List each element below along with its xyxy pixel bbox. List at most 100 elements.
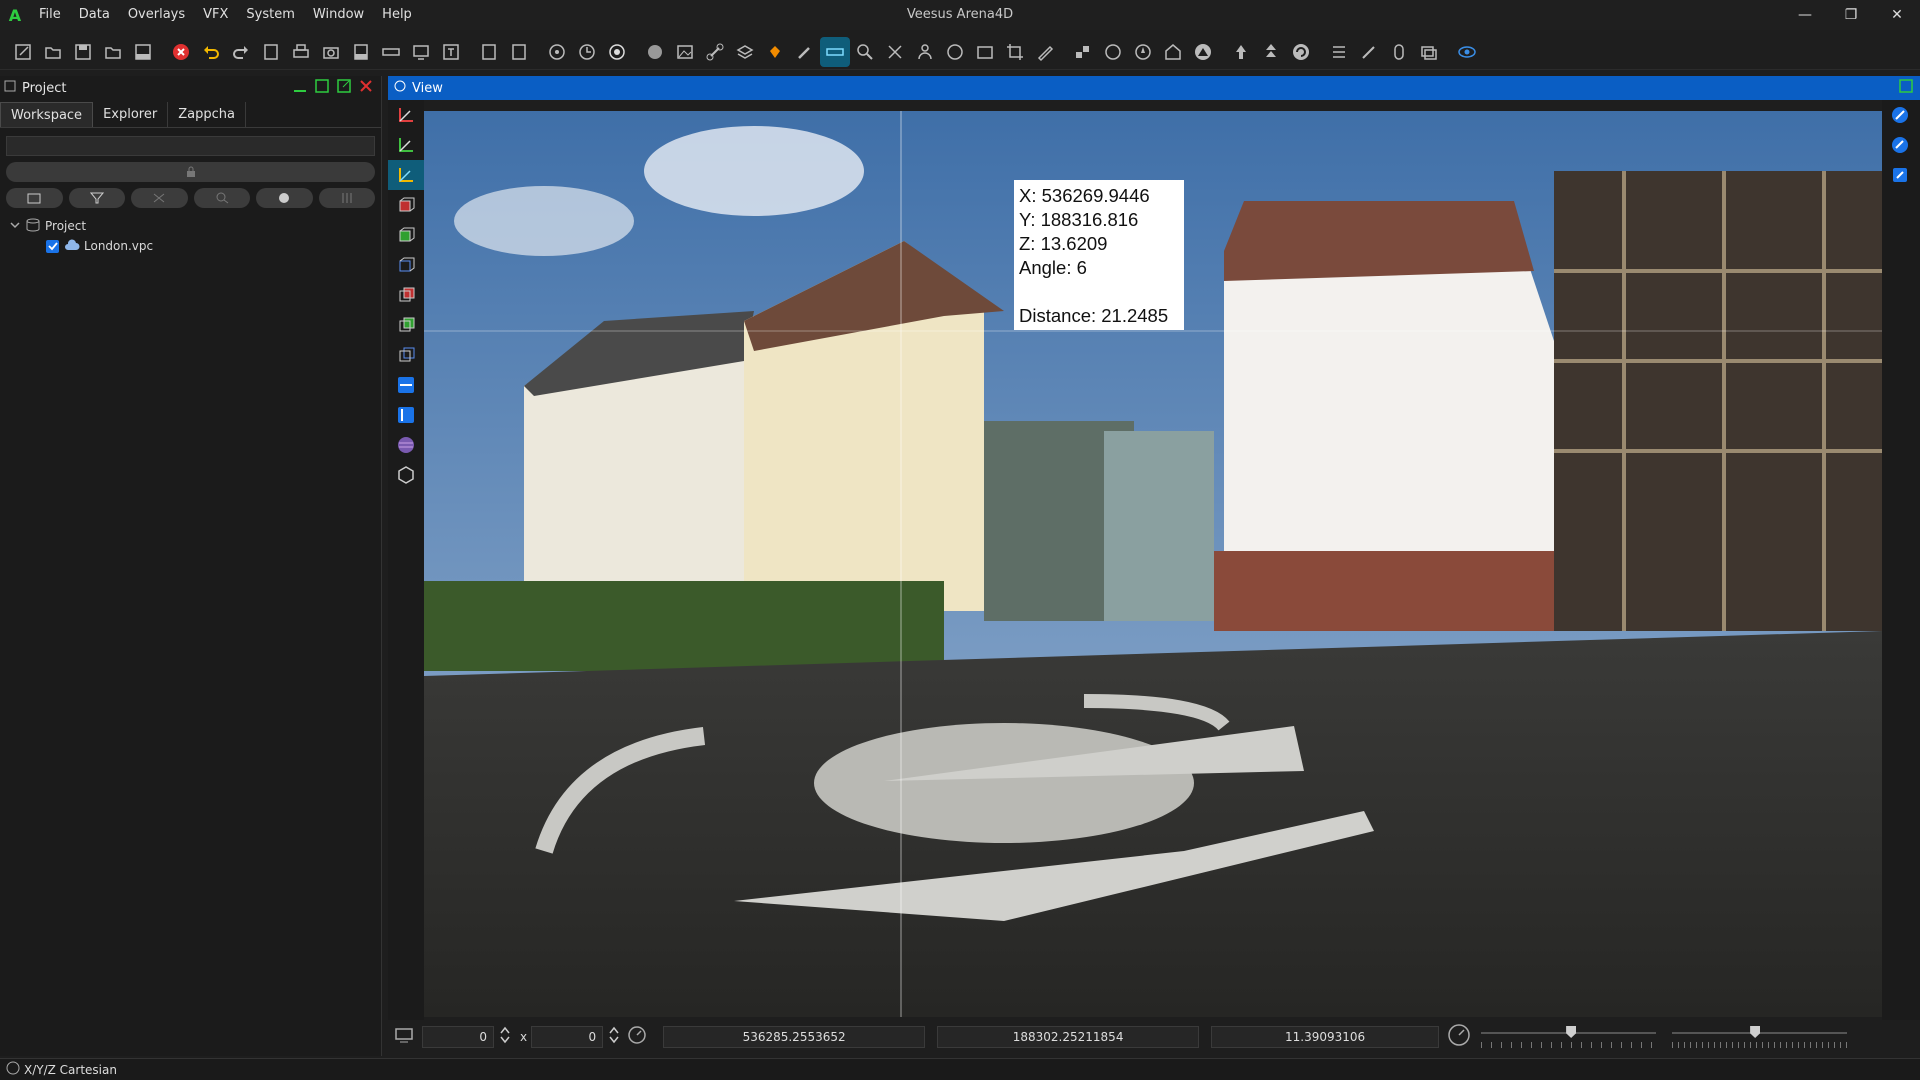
text-icon[interactable] bbox=[436, 37, 466, 67]
coord-y-field[interactable]: 188302.25211854 bbox=[937, 1026, 1200, 1048]
cube-blue-side-icon[interactable] bbox=[388, 340, 424, 370]
search-filter-button[interactable] bbox=[193, 188, 250, 208]
eye-icon[interactable] bbox=[1452, 37, 1482, 67]
tree-row-london[interactable]: London.vpc bbox=[0, 236, 381, 256]
pdf-export-icon[interactable] bbox=[474, 37, 504, 67]
cube-blue-front-icon[interactable] bbox=[388, 250, 424, 280]
double-arrow-up-icon[interactable] bbox=[1256, 37, 1286, 67]
list-icon[interactable] bbox=[1324, 37, 1354, 67]
close-panel-icon[interactable] bbox=[357, 77, 375, 99]
sphere-icon[interactable] bbox=[640, 37, 670, 67]
measure-icon[interactable] bbox=[820, 36, 850, 67]
speed-slider[interactable] bbox=[1672, 1026, 1848, 1048]
folder-icon[interactable] bbox=[98, 37, 128, 67]
float-panel-icon[interactable] bbox=[313, 77, 331, 99]
settings-filter-button[interactable] bbox=[318, 188, 375, 208]
menu-help[interactable]: Help bbox=[373, 0, 421, 30]
document-icon[interactable] bbox=[256, 37, 286, 67]
menu-overlays[interactable]: Overlays bbox=[119, 0, 194, 30]
person-icon[interactable] bbox=[910, 37, 940, 67]
speed-slider-handle[interactable] bbox=[1750, 1026, 1761, 1038]
building-icon[interactable] bbox=[1158, 37, 1188, 67]
close-window-button[interactable]: ✕ bbox=[1874, 0, 1920, 30]
clock-icon[interactable] bbox=[572, 37, 602, 67]
export-view-icon[interactable] bbox=[1882, 160, 1918, 190]
mountain-icon[interactable] bbox=[1188, 37, 1218, 67]
vertical-slice-icon[interactable] bbox=[388, 400, 424, 430]
redo-icon[interactable] bbox=[226, 37, 256, 67]
menu-window[interactable]: Window bbox=[304, 0, 373, 30]
gauge-icon[interactable] bbox=[1447, 1023, 1471, 1051]
folder-filter-button[interactable] bbox=[6, 188, 63, 208]
tab-explorer[interactable]: Explorer bbox=[93, 102, 169, 127]
cube-green-front-icon[interactable] bbox=[388, 220, 424, 250]
axis-red-icon[interactable] bbox=[388, 100, 424, 130]
minimize-panel-icon[interactable] bbox=[291, 77, 309, 99]
clear-filter-button[interactable] bbox=[131, 188, 188, 208]
mouse-icon[interactable] bbox=[1384, 37, 1414, 67]
open-icon[interactable] bbox=[38, 37, 68, 67]
chevron-down-icon[interactable] bbox=[10, 219, 20, 233]
cube-red-side-icon[interactable] bbox=[388, 280, 424, 310]
coord-x-field[interactable]: 536285.2553652 bbox=[663, 1026, 926, 1048]
stop-icon[interactable] bbox=[166, 37, 196, 67]
tab-zappcha[interactable]: Zappcha bbox=[168, 102, 246, 127]
refresh-icon[interactable] bbox=[1286, 37, 1316, 67]
coord-z-field[interactable]: 11.39093106 bbox=[1211, 1026, 1440, 1048]
tree-row-project[interactable]: Project bbox=[0, 216, 381, 236]
target-icon[interactable] bbox=[602, 37, 632, 67]
layers-icon[interactable] bbox=[730, 37, 760, 67]
axis-blue-icon[interactable] bbox=[388, 160, 424, 190]
undo-icon[interactable] bbox=[196, 37, 226, 67]
horizontal-slice-icon[interactable] bbox=[388, 370, 424, 400]
height-stepper-icon[interactable] bbox=[607, 1024, 621, 1050]
pencil-icon[interactable] bbox=[1354, 37, 1384, 67]
axis-green-icon[interactable] bbox=[388, 130, 424, 160]
visibility-checkbox[interactable] bbox=[46, 239, 59, 253]
dot-filter-button[interactable] bbox=[256, 188, 313, 208]
sphere-view-icon[interactable] bbox=[388, 430, 424, 460]
crop-icon[interactable] bbox=[1000, 37, 1030, 67]
box-icon[interactable] bbox=[970, 37, 1000, 67]
atom-icon[interactable] bbox=[542, 37, 572, 67]
height-input[interactable]: 0 bbox=[531, 1026, 604, 1048]
ppt-export-icon[interactable] bbox=[504, 37, 534, 67]
csv-icon[interactable] bbox=[128, 37, 158, 67]
print-icon[interactable] bbox=[286, 37, 316, 67]
maximize-view-icon[interactable] bbox=[1898, 78, 1914, 98]
link-icon[interactable] bbox=[700, 37, 730, 67]
globe-icon[interactable] bbox=[940, 37, 970, 67]
3d-view-icon[interactable] bbox=[388, 460, 424, 490]
ruler-icon[interactable] bbox=[376, 37, 406, 67]
image-icon[interactable] bbox=[670, 37, 700, 67]
restore-button[interactable]: ❐ bbox=[1828, 0, 1874, 30]
search-input[interactable] bbox=[6, 136, 375, 156]
brush-icon[interactable] bbox=[790, 37, 820, 67]
menu-file[interactable]: File bbox=[30, 0, 70, 30]
lock-toggle[interactable] bbox=[6, 162, 375, 182]
arrow-up-icon[interactable] bbox=[1226, 37, 1256, 67]
compass-reset-icon[interactable] bbox=[1882, 100, 1918, 130]
pen-icon[interactable] bbox=[1030, 37, 1060, 67]
width-input[interactable]: 0 bbox=[422, 1026, 494, 1048]
zoom-slider[interactable] bbox=[1481, 1026, 1657, 1048]
tools-icon[interactable] bbox=[880, 37, 910, 67]
stamp-icon[interactable] bbox=[1098, 37, 1128, 67]
tab-workspace[interactable]: Workspace bbox=[0, 102, 94, 127]
speed-icon[interactable] bbox=[627, 1025, 647, 1049]
save-icon[interactable] bbox=[68, 37, 98, 67]
point-cloud-viewport[interactable]: X: 536269.9446 Y: 188316.816 Z: 13.6209 … bbox=[424, 111, 1882, 1017]
funnel-filter-button[interactable] bbox=[68, 188, 125, 208]
compass-icon[interactable] bbox=[1128, 37, 1158, 67]
zoom-icon[interactable] bbox=[850, 37, 880, 67]
maximize-panel-icon[interactable] bbox=[335, 77, 353, 99]
width-stepper-icon[interactable] bbox=[498, 1024, 512, 1050]
monitor-icon[interactable] bbox=[406, 37, 436, 67]
cube-green-side-icon[interactable] bbox=[388, 310, 424, 340]
cube-red-front-icon[interactable] bbox=[388, 190, 424, 220]
paint-bucket-icon[interactable] bbox=[760, 37, 790, 67]
menu-system[interactable]: System bbox=[237, 0, 303, 30]
minimize-button[interactable]: — bbox=[1782, 0, 1828, 30]
pdf-icon[interactable] bbox=[346, 37, 376, 67]
edit-view-icon[interactable] bbox=[1882, 130, 1918, 160]
